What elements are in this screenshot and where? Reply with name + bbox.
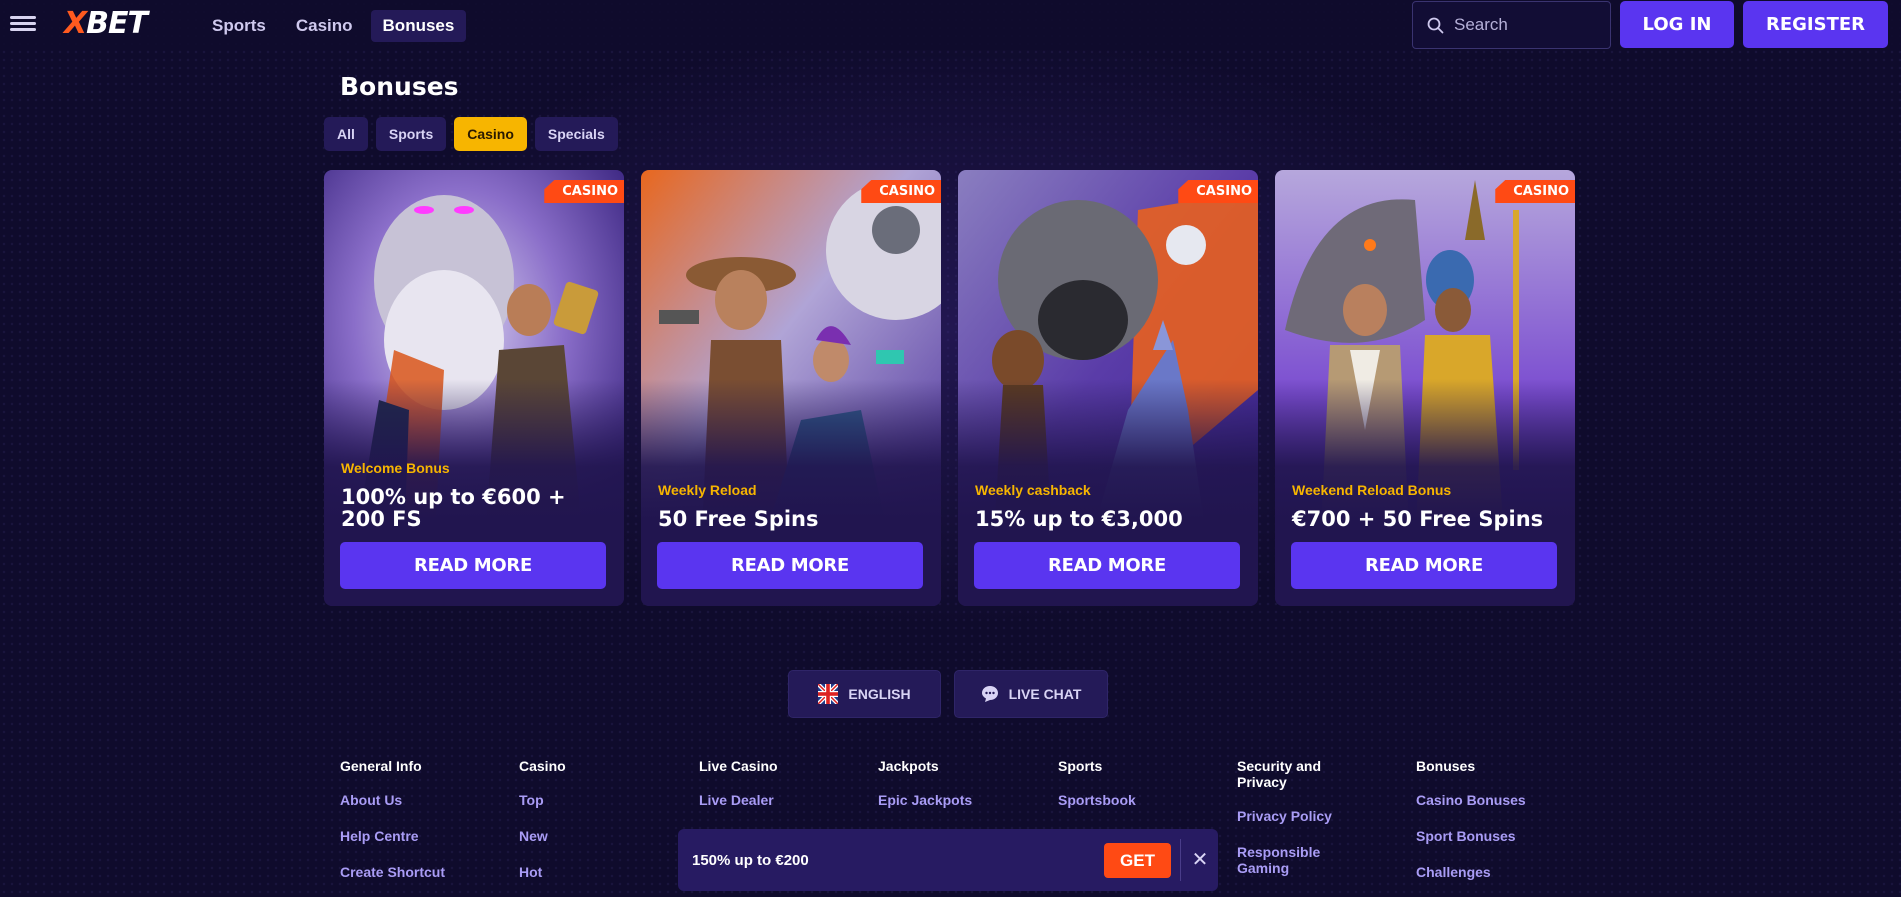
login-button[interactable]: LOG IN [1620,1,1734,48]
search-box[interactable] [1412,1,1611,49]
chat-bubble-icon [981,686,998,702]
main-nav: Sports Casino Bonuses [200,10,467,42]
bonus-card-overlay [1275,170,1575,606]
footer-link-epic-jackpots[interactable]: Epic Jackpots [878,792,1038,808]
footer-column-security: Security and Privacy Privacy Policy Resp… [1237,758,1357,896]
bonus-card-overlay [641,170,941,606]
casino-tag: CASINO [1178,180,1258,203]
bonus-title: €700 + 50 Free Spins [1292,507,1544,531]
search-input[interactable] [1454,15,1594,35]
casino-tag: CASINO [861,180,941,203]
bonus-title: 15% up to €3,000 [975,507,1183,531]
close-icon[interactable]: ✕ [1188,848,1212,872]
live-chat-label: LIVE CHAT [1008,686,1082,702]
footer-heading: Casino [519,758,566,774]
search-icon [1427,17,1444,33]
footer-link-sportsbook[interactable]: Sportsbook [1058,792,1218,808]
nav-sports[interactable]: Sports [200,10,278,42]
footer-heading: Security and Privacy [1237,758,1322,790]
bonus-card[interactable]: CASINO Welcome Bonus 100% up to €600 + 2… [324,170,624,606]
footer-column-casino: Casino Top New Hot [519,758,679,897]
footer-link-help-centre[interactable]: Help Centre [340,828,500,844]
casino-tag: CASINO [1495,180,1575,203]
footer-link-new[interactable]: New [519,828,679,844]
bonus-card-overlay [324,170,624,606]
read-more-button[interactable]: READ MORE [974,542,1240,589]
register-button[interactable]: REGISTER [1743,1,1888,48]
filter-specials[interactable]: Specials [534,117,618,151]
language-button[interactable]: ENGLISH [788,670,941,718]
bonus-cards: CASINO Welcome Bonus 100% up to €600 + 2… [324,170,1575,606]
footer-heading: Bonuses [1416,758,1476,774]
uk-flag-icon [818,684,839,704]
footer-column-sports: Sports Sportsbook [1058,758,1218,828]
top-header: XBET Sports Casino Bonuses LOG IN REGIST… [0,0,1901,50]
promo-text: 150% up to €200 [692,851,809,869]
bonus-subtitle: Welcome Bonus [341,460,450,476]
footer-heading: General Info [340,758,422,774]
bonus-card[interactable]: CASINO Weekly Reload 50 Free Spins READ … [641,170,941,606]
footer-column-general-info: General Info About Us Help Centre Create… [340,758,500,897]
footer-link-create-shortcut[interactable]: Create Shortcut [340,864,500,880]
logo-x: X [64,6,87,41]
footer-link-casino-bonuses[interactable]: Casino Bonuses [1416,792,1576,808]
footer-link-about-us[interactable]: About Us [340,792,500,808]
site-logo[interactable]: XBET [64,6,148,41]
bonus-subtitle: Weekend Reload Bonus [1292,482,1452,498]
promo-banner: 150% up to €200 GET ✕ [678,829,1218,891]
nav-bonuses[interactable]: Bonuses [370,10,467,42]
footer-column-live-casino: Live Casino Live Dealer [699,758,859,828]
promo-divider [1180,839,1181,881]
page-title: Bonuses [340,72,459,101]
footer-link-top[interactable]: Top [519,792,679,808]
footer-link-sport-bonuses[interactable]: Sport Bonuses [1416,828,1576,844]
footer-link-live-dealer[interactable]: Live Dealer [699,792,859,808]
bonus-card[interactable]: CASINO Weekly cashback 15% up to €3,000 … [958,170,1258,606]
footer-heading: Jackpots [878,758,939,774]
footer-link-challenges[interactable]: Challenges [1416,864,1576,880]
footer-column-bonuses: Bonuses Casino Bonuses Sport Bonuses Cha… [1416,758,1576,897]
filter-sports[interactable]: Sports [375,117,447,151]
filter-all[interactable]: All [324,117,368,151]
bonus-title: 100% up to €600 + 200 FS [341,485,566,531]
read-more-button[interactable]: READ MORE [1291,542,1557,589]
live-chat-button[interactable]: LIVE CHAT [954,670,1108,718]
footer-link-responsible-gaming[interactable]: Responsible Gaming [1237,844,1337,876]
bonus-subtitle: Weekly cashback [975,482,1091,498]
language-label: ENGLISH [848,686,911,702]
bonus-title: 50 Free Spins [658,507,819,531]
read-more-button[interactable]: READ MORE [657,542,923,589]
footer-heading: Live Casino [699,758,778,774]
casino-tag: CASINO [544,180,624,203]
footer-heading: Sports [1058,758,1103,774]
bonus-card[interactable]: CASINO Weekend Reload Bonus €700 + 50 Fr… [1275,170,1575,606]
footer-link-privacy-policy[interactable]: Privacy Policy [1237,808,1357,824]
hamburger-menu-icon[interactable] [10,13,36,35]
footer-column-jackpots: Jackpots Epic Jackpots [878,758,1038,828]
bonus-filter-tabs: All Sports Casino Specials [324,117,618,151]
logo-rest: BET [86,6,148,41]
filter-casino[interactable]: Casino [454,117,527,151]
nav-casino[interactable]: Casino [284,10,365,42]
bonus-card-overlay [958,170,1258,606]
read-more-button[interactable]: READ MORE [340,542,606,589]
bonus-subtitle: Weekly Reload [658,482,757,498]
promo-get-button[interactable]: GET [1104,843,1171,878]
footer-link-hot[interactable]: Hot [519,864,679,880]
